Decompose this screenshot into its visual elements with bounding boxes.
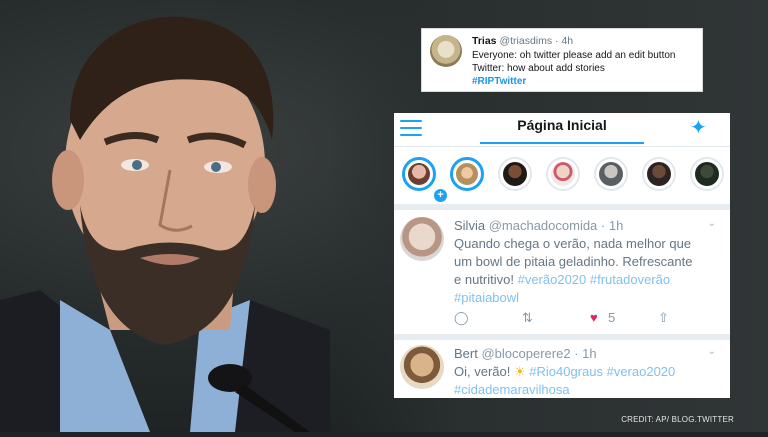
tweet-card[interactable]: Trias @triasdims · 4h Everyone: oh twitt…	[421, 28, 703, 92]
like-count: 5	[608, 310, 616, 325]
post-separator: ·	[574, 346, 579, 361]
share-icon[interactable]: ⇧	[658, 310, 669, 326]
tweet-separator: ·	[555, 35, 559, 47]
tweet-line-2: Twitter: how about add stories	[472, 63, 605, 74]
post-time[interactable]: 1h	[609, 218, 623, 233]
title-underline	[480, 142, 644, 144]
tweet-avatar[interactable]	[430, 35, 462, 67]
story-avatar[interactable]	[498, 157, 532, 191]
top-bar: Página Inicial ✦	[394, 113, 730, 145]
section-divider	[394, 204, 730, 210]
post-author-handle[interactable]: @machadocomida	[489, 218, 598, 233]
hashtag-link[interactable]: #cidademaravilhosa	[454, 382, 570, 397]
photo-credit: CREDIT: AP/ BLOG.TWITTER	[621, 415, 734, 424]
sparkle-icon[interactable]: ✦	[690, 115, 707, 140]
post-header: Silvia @machadocomida · 1h	[454, 218, 623, 233]
post-text-line: um bowl de pitaia geladinho. Refrescante	[454, 254, 693, 269]
post-author-name[interactable]: Bert	[454, 346, 478, 361]
tweet-time[interactable]: 4h	[561, 35, 573, 47]
story-avatar[interactable]	[642, 157, 676, 191]
post-card[interactable]: Silvia @machadocomida · 1h ⌄ Quando cheg…	[394, 213, 730, 333]
post-text-line: Oi, verão!	[454, 364, 514, 379]
story-avatar[interactable]	[594, 157, 628, 191]
tweet-author-handle[interactable]: @triasdims	[499, 35, 552, 47]
hashtag-link[interactable]: #pitaiabowl	[454, 290, 519, 305]
hashtag-link[interactable]: #verão2020	[518, 272, 587, 287]
post-header: Bert @blocoperere2 · 1h	[454, 346, 597, 361]
post-card[interactable]: Bert @blocoperere2 · 1h ⌄ Oi, verão! ☀ #…	[394, 341, 730, 398]
like-icon[interactable]: ♥	[590, 310, 598, 325]
tweet-header: Trias @triasdims · 4h	[472, 35, 573, 47]
retweet-icon[interactable]: ⇅	[522, 310, 533, 326]
post-author-name[interactable]: Silvia	[454, 218, 485, 233]
post-text-line: Quando chega o verão, nada melhor que	[454, 236, 692, 251]
tweet-author-name[interactable]: Trias	[472, 35, 497, 47]
post-text: Oi, verão! ☀ #Rio40graus #verao2020 #cid…	[454, 363, 724, 398]
tweet-hashtag[interactable]: #RIPTwitter	[472, 76, 526, 87]
post-author-handle[interactable]: @blocoperere2	[481, 346, 570, 361]
chevron-down-icon[interactable]: ⌄	[708, 218, 716, 229]
post-separator: ·	[600, 218, 606, 233]
story-avatar[interactable]	[690, 157, 724, 191]
post-text-line: e nutritivo!	[454, 272, 518, 287]
hashtag-link[interactable]: #verao2020	[607, 364, 676, 379]
add-story-icon[interactable]: +	[432, 187, 449, 204]
post-time[interactable]: 1h	[582, 346, 596, 361]
post-avatar[interactable]	[400, 217, 444, 261]
page-title: Página Inicial	[517, 117, 607, 133]
post-actions: ◯ ⇅ ♥ 5 ⇧	[454, 310, 714, 328]
stories-row: +	[394, 153, 730, 204]
hashtag-link[interactable]: #frutadoverão	[590, 272, 670, 287]
post-avatar[interactable]	[400, 345, 444, 389]
tweet-line-1: Everyone: oh twitter please add an edit …	[472, 50, 676, 61]
twitter-home-screen: Página Inicial ✦ + Silvia @machadocomida…	[394, 113, 730, 398]
chevron-down-icon[interactable]: ⌄	[708, 346, 716, 357]
story-avatar[interactable]	[450, 157, 484, 191]
reply-icon[interactable]: ◯	[454, 310, 469, 326]
portrait-photo	[0, 0, 330, 432]
hashtag-link[interactable]: #Rio40graus	[529, 364, 603, 379]
section-divider	[394, 334, 730, 340]
story-avatar-own[interactable]: +	[402, 157, 449, 204]
post-text: Quando chega o verão, nada melhor que um…	[454, 235, 724, 307]
story-avatar[interactable]	[546, 157, 580, 191]
divider	[394, 146, 730, 147]
sun-emoji-icon: ☀	[513, 364, 526, 379]
